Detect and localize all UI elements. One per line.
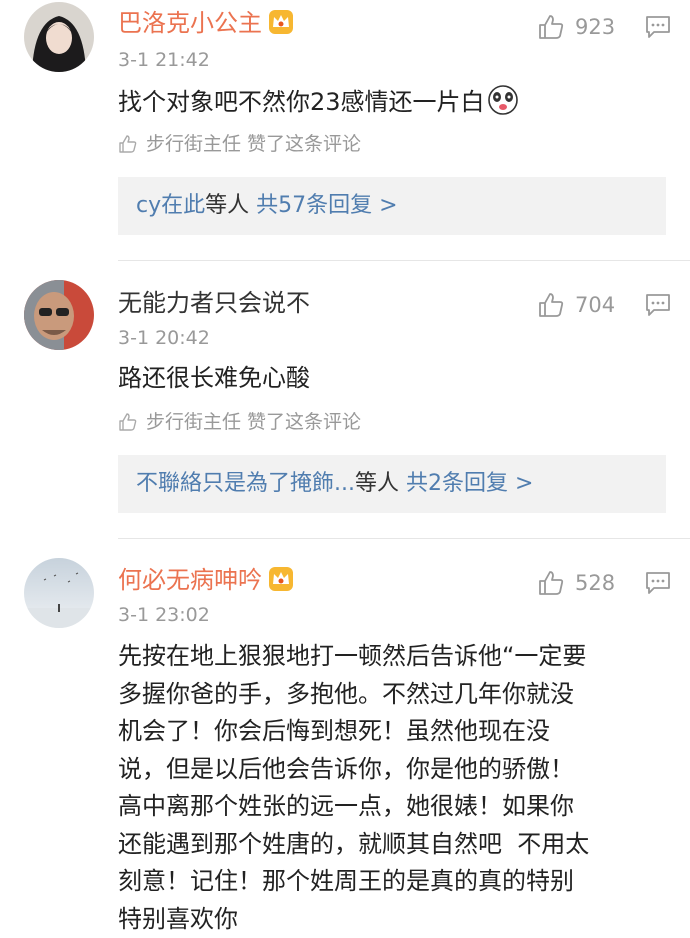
comment-text: 先按在地上狠狠地打一顿然后告诉他“一定要 多握你爸的手，多抱他。不然过几年你就没… [118, 638, 678, 938]
reply-icon[interactable] [645, 15, 671, 39]
comment-text-line: 特别喜欢你 [118, 901, 678, 938]
thumbs-up-icon [118, 134, 138, 154]
thumbs-up-icon [537, 569, 565, 597]
username[interactable]: 何必无病呻吟 [118, 565, 294, 595]
like-button[interactable]: 528 [537, 568, 615, 598]
reply-user[interactable]: cy在此 [136, 193, 205, 218]
reply-icon[interactable] [645, 571, 671, 595]
like-button[interactable]: 704 [537, 290, 615, 320]
comment-text-line: 还能遇到那个姓唐的，就顺其自然吧 不用太 [118, 826, 678, 864]
comment-time: 3-1 21:42 [118, 48, 210, 72]
divider [118, 538, 690, 539]
comment-text-line: 机会了！你会后悔到想死！虽然他现在没 [118, 713, 678, 751]
divider [118, 260, 690, 261]
reply-count-link[interactable]: 共2条回复 > [406, 471, 533, 496]
like-count: 923 [575, 15, 615, 39]
comment-text-line: 多握你爸的手，多抱他。不然过几年你就没 [118, 676, 678, 714]
emoji-icon [487, 84, 519, 116]
crown-icon [268, 9, 294, 35]
reply-icon[interactable] [645, 293, 671, 317]
thumbs-up-icon [537, 291, 565, 319]
thumbs-up-icon [537, 13, 565, 41]
replies-summary[interactable]: 不聯絡只是為了掩飾...等人 共2条回复 > [118, 455, 666, 513]
avatar[interactable] [24, 2, 94, 72]
thumbs-up-icon [118, 412, 138, 432]
liked-by-note: 步行街主任 赞了这条评论 [118, 132, 361, 156]
comment-text-line: 说，但是以后他会告诉你，你是他的骄傲！ [118, 751, 678, 789]
replies-summary[interactable]: cy在此等人 共57条回复 > [118, 177, 666, 235]
comment-text: 路还很长难免心酸 [118, 360, 678, 398]
like-count: 528 [575, 571, 615, 595]
liked-by-note: 步行街主任 赞了这条评论 [118, 410, 361, 434]
like-button[interactable]: 923 [537, 12, 615, 42]
username[interactable]: 无能力者只会说不 [118, 288, 310, 318]
avatar[interactable] [24, 280, 94, 350]
comment-text: 找个对象吧不然你23感情还一片白 [118, 84, 678, 122]
reply-count-link[interactable]: 共57条回复 > [256, 193, 397, 218]
like-count: 704 [575, 293, 615, 317]
comment-time: 3-1 20:42 [118, 326, 210, 350]
avatar[interactable] [24, 558, 94, 628]
crown-icon [268, 566, 294, 592]
username[interactable]: 巴洛克小公主 [118, 8, 294, 38]
comment-text-line: 先按在地上狠狠地打一顿然后告诉他“一定要 [118, 638, 678, 676]
comment-text-line: 刻意！记住！那个姓周王的是真的真的特别 [118, 863, 678, 901]
comment-time: 3-1 23:02 [118, 603, 210, 627]
reply-user[interactable]: 不聯絡只是為了掩飾... [136, 471, 355, 496]
comment-text-line: 高中离那个姓张的远一点，她很婊！如果你 [118, 788, 678, 826]
